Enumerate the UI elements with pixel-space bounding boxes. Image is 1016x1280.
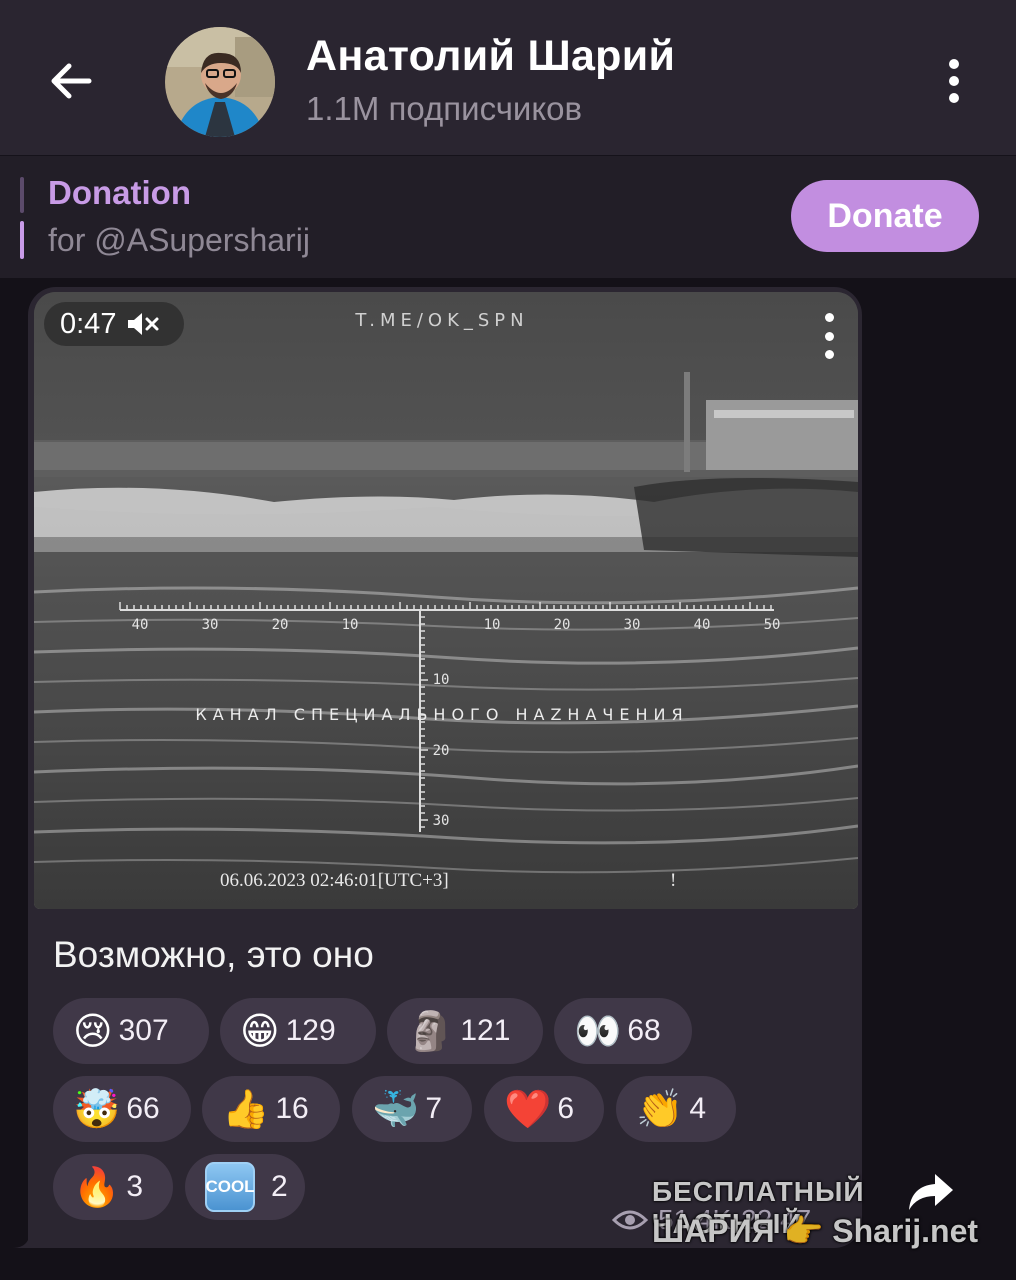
reaction-chip[interactable]: 👏 4 — [616, 1076, 736, 1142]
scale-label: 10 — [433, 672, 450, 688]
scale-label: 40 — [694, 617, 711, 633]
scale-label: 10 — [484, 617, 501, 633]
watermark-line-2: ШАРИЯ 👉 Sharij.net — [652, 1213, 979, 1249]
message-caption: Возможно, это оно — [53, 934, 374, 975]
reaction-chip[interactable]: 🐳 7 — [352, 1076, 472, 1142]
bubble-tail — [12, 1228, 42, 1248]
video-duration: 0:47 — [60, 307, 117, 340]
reaction-chip[interactable]: 👍 16 — [202, 1076, 340, 1142]
video-menu-button[interactable] — [815, 313, 843, 359]
reaction-count: 307 — [118, 1014, 169, 1047]
scale-label: 10 — [342, 617, 359, 633]
scale-label: 20 — [433, 743, 450, 759]
pinned-subtitle: for @ASupersharij — [48, 222, 310, 258]
reaction-count: 2 — [271, 1170, 288, 1203]
pinned-indicator — [20, 177, 24, 259]
reaction-count: 121 — [460, 1014, 511, 1047]
more-vertical-icon — [949, 59, 959, 69]
reaction-count: 4 — [689, 1092, 707, 1125]
fire-icon: 🔥 — [73, 1165, 121, 1209]
video-player[interactable]: 40 30 20 10 10 20 30 40 50 10 20 30 T.ME… — [34, 292, 858, 909]
reaction-count: 16 — [275, 1092, 309, 1125]
back-button[interactable] — [40, 50, 102, 112]
overlay-channel: T.ME/OK_SPN — [354, 310, 528, 331]
scale-label: 30 — [433, 813, 450, 829]
thumbs-up-icon: 👍 — [222, 1087, 270, 1131]
video-mark: ! — [670, 870, 676, 891]
pinned-title: Donation — [48, 174, 191, 211]
reaction-count: 68 — [627, 1014, 661, 1047]
overlay-text: КАНАЛ СПЕЦИАЛЬНОГО НАZНАЧЕНИЯ — [195, 705, 688, 724]
watermark: БЕСПЛАТНЫЙ ЧАСТНЫЙ ШАРИЯ 👉 Sharij.net — [650, 1176, 1000, 1256]
donate-button[interactable]: Donate — [791, 180, 979, 252]
subscriber-count: 1.1M подписчиков — [306, 90, 583, 127]
video-frame: 40 30 20 10 10 20 30 40 50 10 20 30 T.ME… — [34, 292, 858, 909]
heart-icon: ❤️ — [504, 1087, 552, 1131]
reaction-chip[interactable]: 😢 307 — [53, 998, 209, 1064]
eye-icon — [612, 1210, 648, 1230]
reaction-count: 7 — [425, 1092, 443, 1125]
scale-label: 30 — [202, 617, 219, 633]
more-vertical-icon — [824, 313, 834, 322]
reaction-chip[interactable]: 🔥 3 — [53, 1154, 173, 1220]
reaction-chip[interactable]: ❤️ 6 — [484, 1076, 604, 1142]
clapping-hands-icon: 👏 — [636, 1087, 684, 1131]
moai-icon: 🗿 — [407, 1009, 455, 1053]
exploding-head-icon: 🤯 — [73, 1087, 121, 1131]
scale-label: 40 — [132, 617, 149, 633]
reaction-count: 66 — [126, 1092, 160, 1125]
eyes-icon: 👀 — [574, 1009, 622, 1053]
scale-label: 50 — [764, 617, 781, 633]
speaker-muted-icon — [128, 313, 159, 335]
cool-icon: COOL — [205, 1162, 255, 1212]
channel-avatar[interactable] — [165, 27, 275, 137]
whale-icon: 🐳 — [372, 1087, 420, 1131]
grinning-face-icon: 😁 — [240, 1009, 280, 1053]
reaction-chip[interactable]: 👀 68 — [554, 998, 692, 1064]
reaction-chip[interactable]: COOL 2 — [185, 1154, 305, 1220]
video-timestamp: 06.06.2023 02:46:01[UTC+3] — [220, 870, 449, 891]
reaction-count: 129 — [285, 1014, 336, 1047]
reaction-count: 3 — [126, 1170, 144, 1203]
channel-title[interactable]: Анатолий Шарий — [306, 32, 675, 81]
reaction-count: 6 — [557, 1092, 575, 1125]
scale-label: 20 — [272, 617, 289, 633]
video-duration-badge[interactable]: 0:47 — [44, 302, 184, 346]
reaction-chip[interactable]: 😁 129 — [220, 998, 376, 1064]
scale-label: 30 — [624, 617, 641, 633]
reaction-chip[interactable]: 🤯 66 — [53, 1076, 191, 1142]
reaction-chip[interactable]: 🗿 121 — [387, 998, 543, 1064]
scale-label: 20 — [554, 617, 571, 633]
more-menu-button[interactable] — [930, 55, 978, 107]
crying-face-icon: 😢 — [73, 1009, 113, 1053]
arrow-left-icon — [51, 63, 92, 99]
